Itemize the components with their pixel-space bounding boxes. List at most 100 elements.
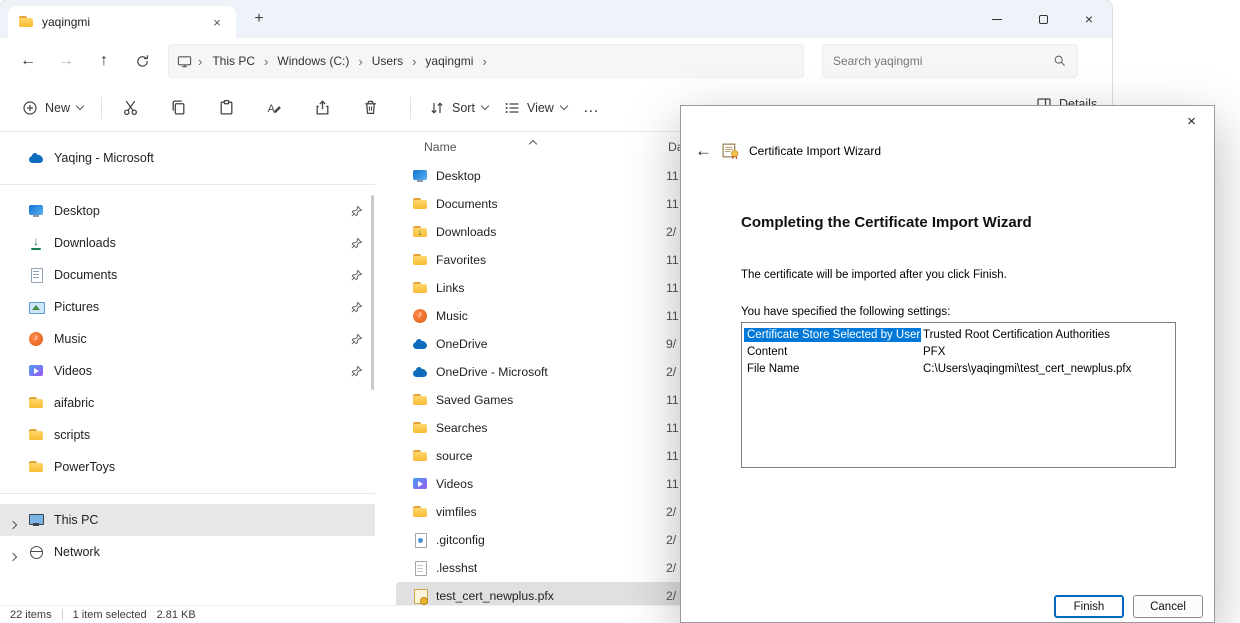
wizard-settings-list[interactable]: Certificate Store Selected by UserTruste… <box>741 322 1176 468</box>
certificate-import-wizard-dialog: × ← Certificate Import Wizard Completing… <box>680 105 1215 623</box>
setting-value: PFX <box>921 345 1173 359</box>
sidebar-item-onedrive[interactable]: Yaqing - Microsoft <box>0 142 375 174</box>
wizard-back-button[interactable]: ← <box>695 143 712 159</box>
minimize-button[interactable] <box>974 0 1020 38</box>
setting-row-certificate-store-selected-by-user[interactable]: Certificate Store Selected by UserTruste… <box>744 326 1173 343</box>
sidebar-scrollbar[interactable] <box>371 195 374 390</box>
sidebar-items: Desktop DownloadsDocumentsPicturesMusicVi… <box>0 195 375 483</box>
setting-value: Trusted Root Certification Authorities <box>921 328 1173 342</box>
view-button-label: View <box>527 101 554 115</box>
file-row-videos[interactable]: Videos11 <box>396 470 696 498</box>
sidebar-item-network[interactable]: Network <box>0 536 375 568</box>
more-options-button[interactable]: … <box>575 97 608 119</box>
dialog-close-button[interactable]: × <box>1169 106 1214 136</box>
close-button[interactable]: × <box>1066 0 1112 38</box>
explorer-tab[interactable]: yaqingmi × <box>8 6 236 38</box>
breadcrumb-item-yaqingmi[interactable]: yaqingmi <box>419 50 479 72</box>
file-row-saved-games[interactable]: Saved Games11 <box>396 386 696 414</box>
breadcrumb-item-users[interactable]: Users <box>366 50 409 72</box>
wizard-title: Certificate Import Wizard <box>749 144 881 158</box>
file-row-music[interactable]: Music11 <box>396 302 696 330</box>
sidebar-item-desktop[interactable]: Desktop <box>0 195 375 227</box>
cut-button[interactable] <box>112 90 148 126</box>
file-row-desktop[interactable]: Desktop11 <box>396 162 696 190</box>
column-header-name[interactable]: Name <box>424 140 457 154</box>
finish-button[interactable]: Finish <box>1054 595 1124 618</box>
sidebar-item-videos[interactable]: Videos <box>0 355 375 387</box>
setting-row-file-name[interactable]: File NameC:\Users\yaqingmi\test_cert_new… <box>744 360 1173 377</box>
chevron-down-icon <box>481 102 489 110</box>
folder-icon <box>28 459 44 475</box>
file-row-favorites[interactable]: Favorites11 <box>396 246 696 274</box>
file-row-lesshst[interactable]: .lesshst2/ <box>396 554 696 582</box>
file-name: Links <box>436 281 658 295</box>
paste-button[interactable] <box>208 90 244 126</box>
file-name: Music <box>436 309 658 323</box>
expand-chevron-icon[interactable] <box>9 521 17 529</box>
file-name: .lesshst <box>436 561 658 575</box>
new-tab-button[interactable]: + <box>248 8 270 30</box>
sidebar-item-label: Network <box>54 545 100 559</box>
breadcrumb-item-windows-c[interactable]: Windows (C:) <box>271 50 355 72</box>
sidebar-item-label: Desktop <box>54 204 100 218</box>
file-row-vimfiles[interactable]: vimfiles2/ <box>396 498 696 526</box>
rename-button[interactable]: A <box>256 90 292 126</box>
setting-row-content[interactable]: ContentPFX <box>744 343 1173 360</box>
maximize-button[interactable] <box>1020 0 1066 38</box>
sidebar-item-documents[interactable]: Documents <box>0 259 375 291</box>
address-bar[interactable]: This PC Windows (C:) Users yaqingmi <box>168 44 804 78</box>
forward-button[interactable]: → <box>50 45 82 77</box>
certificate-icon <box>412 588 428 604</box>
cancel-button[interactable]: Cancel <box>1133 595 1203 618</box>
setting-key: Certificate Store Selected by User <box>744 328 921 342</box>
sidebar-item-powertoys[interactable]: PowerToys <box>0 451 375 483</box>
breadcrumb: This PC Windows (C:) Users yaqingmi <box>206 50 489 72</box>
search-input[interactable] <box>833 54 1047 68</box>
search-box[interactable] <box>822 44 1078 78</box>
file-name: source <box>436 449 658 463</box>
new-button[interactable]: New <box>14 94 91 122</box>
desktop-stage: yaqingmi × + × ← → ↑ This PCW <box>0 0 1240 623</box>
expand-chevron-icon[interactable] <box>9 553 17 561</box>
sidebar-item-pictures[interactable]: Pictures <box>0 291 375 323</box>
view-icon <box>504 100 520 116</box>
delete-button[interactable] <box>352 90 388 126</box>
toolbar-divider <box>410 97 411 119</box>
file-row-source[interactable]: source11 <box>396 442 696 470</box>
folder-down-icon <box>412 224 428 240</box>
this-pc-icon <box>28 512 44 528</box>
file-row-documents[interactable]: Documents11 <box>396 190 696 218</box>
cut-icon <box>122 99 139 116</box>
sort-button[interactable]: Sort <box>421 94 496 122</box>
maximize-icon <box>1039 15 1048 24</box>
back-button[interactable]: ← <box>12 45 44 77</box>
tab-close-icon[interactable]: × <box>208 15 226 30</box>
sidebar-item-this-pc[interactable]: This PC <box>0 504 375 536</box>
sidebar-item-label: Yaqing - Microsoft <box>54 151 154 165</box>
file-row-downloads[interactable]: Downloads2/ <box>396 218 696 246</box>
navigation-bar: ← → ↑ This PC Windows (C:) Users yaqingmi <box>0 38 1112 84</box>
share-button[interactable] <box>304 90 340 126</box>
file-row-searches[interactable]: Searches11 <box>396 414 696 442</box>
videos-icon <box>412 476 428 492</box>
file-list: Name Da Desktop11Documents11Downloads2/F… <box>396 132 696 605</box>
breadcrumb-chevron-icon <box>195 54 205 69</box>
toolbar-divider <box>101 97 102 119</box>
file-row-onedrive-microsoft[interactable]: OneDrive - Microsoft2/ <box>396 358 696 386</box>
file-list-header: Name Da <box>396 132 696 162</box>
refresh-button[interactable] <box>126 45 158 77</box>
sidebar-item-downloads[interactable]: Downloads <box>0 227 375 259</box>
file-row-links[interactable]: Links11 <box>396 274 696 302</box>
folder-icon <box>412 504 428 520</box>
breadcrumb-item-this-pc[interactable]: This PC <box>206 50 261 72</box>
sidebar-item-aifabric[interactable]: aifabric <box>0 387 375 419</box>
view-button[interactable]: View <box>496 94 575 122</box>
sidebar-item-scripts[interactable]: scripts <box>0 419 375 451</box>
copy-button[interactable] <box>160 90 196 126</box>
file-row-onedrive[interactable]: OneDrive9/ <box>396 330 696 358</box>
file-row-gitconfig[interactable]: .gitconfig2/ <box>396 526 696 554</box>
rename-icon: A <box>266 99 283 116</box>
sidebar-item-music[interactable]: Music <box>0 323 375 355</box>
file-name: Downloads <box>436 225 658 239</box>
up-button[interactable]: ↑ <box>88 45 120 77</box>
